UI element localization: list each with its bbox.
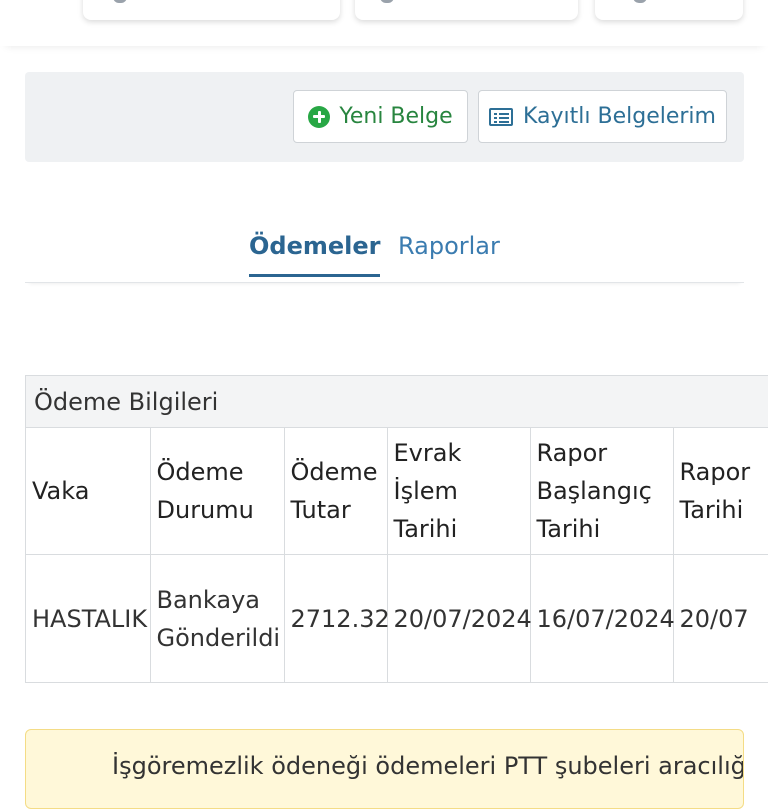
- table-cell: 20/07: [673, 554, 768, 682]
- tab-reports[interactable]: Raporlar: [398, 232, 500, 274]
- table-cell: 2712.32: [284, 554, 390, 682]
- table-row[interactable]: HASTALIK Bankaya Gönderildi 2712.32 20/0…: [26, 554, 768, 682]
- action-bar: Yeni Belge Kayıtlı Belgelerim: [25, 72, 744, 162]
- column-header: Evrak İşlem Tarihi: [387, 428, 531, 555]
- column-header: Vaka: [26, 428, 151, 555]
- tab-bar: Ödemeler Raporlar: [25, 222, 744, 283]
- alert-text: İşgöremezlik ödeneği ödemeleri PTT şubel…: [112, 752, 744, 780]
- table-cell: HASTALIK: [26, 554, 151, 682]
- new-document-button[interactable]: Yeni Belge: [293, 90, 468, 143]
- column-header: Rapor Başlangıç Tarihi: [530, 428, 674, 555]
- payment-info-panel: Ödeme Bilgileri Vaka Ödeme Durumu Ödeme …: [25, 375, 768, 683]
- table-cell: Bankaya Gönderildi: [150, 554, 285, 682]
- column-header: Ödeme Durumu: [150, 428, 285, 555]
- payment-info-title: Ödeme Bilgileri: [26, 376, 768, 428]
- plus-circle-icon: [308, 105, 331, 128]
- shortcut-icon: [113, 0, 127, 3]
- shortcut-icon: [633, 0, 647, 3]
- column-header: Rapor Tarihi: [673, 428, 768, 555]
- shortcut-icon: [380, 0, 394, 3]
- table-cell: 20/07/2024: [387, 554, 532, 682]
- saved-documents-label: Kayıtlı Belgelerim: [523, 104, 716, 129]
- shortcut-card-2[interactable]: [355, 0, 578, 20]
- tab-payments[interactable]: Ödemeler: [249, 232, 381, 277]
- table-header-row: Vaka Ödeme Durumu Ödeme Tutar Evrak İşle…: [26, 428, 768, 555]
- shortcut-card-3[interactable]: [595, 0, 743, 20]
- saved-documents-button[interactable]: Kayıtlı Belgelerim: [478, 90, 727, 143]
- table-cell: 16/07/2024: [530, 554, 675, 682]
- top-shortcut-bar: [0, 0, 768, 46]
- shortcut-card-1[interactable]: [83, 0, 340, 20]
- payment-table: Vaka Ödeme Durumu Ödeme Tutar Evrak İşle…: [26, 428, 768, 682]
- new-document-label: Yeni Belge: [339, 104, 453, 129]
- info-alert: İşgöremezlik ödeneği ödemeleri PTT şubel…: [25, 729, 744, 809]
- list-icon: [489, 107, 513, 126]
- column-header: Ödeme Tutar: [284, 428, 388, 555]
- column-header-text: Rapor Tarihi: [679, 458, 751, 524]
